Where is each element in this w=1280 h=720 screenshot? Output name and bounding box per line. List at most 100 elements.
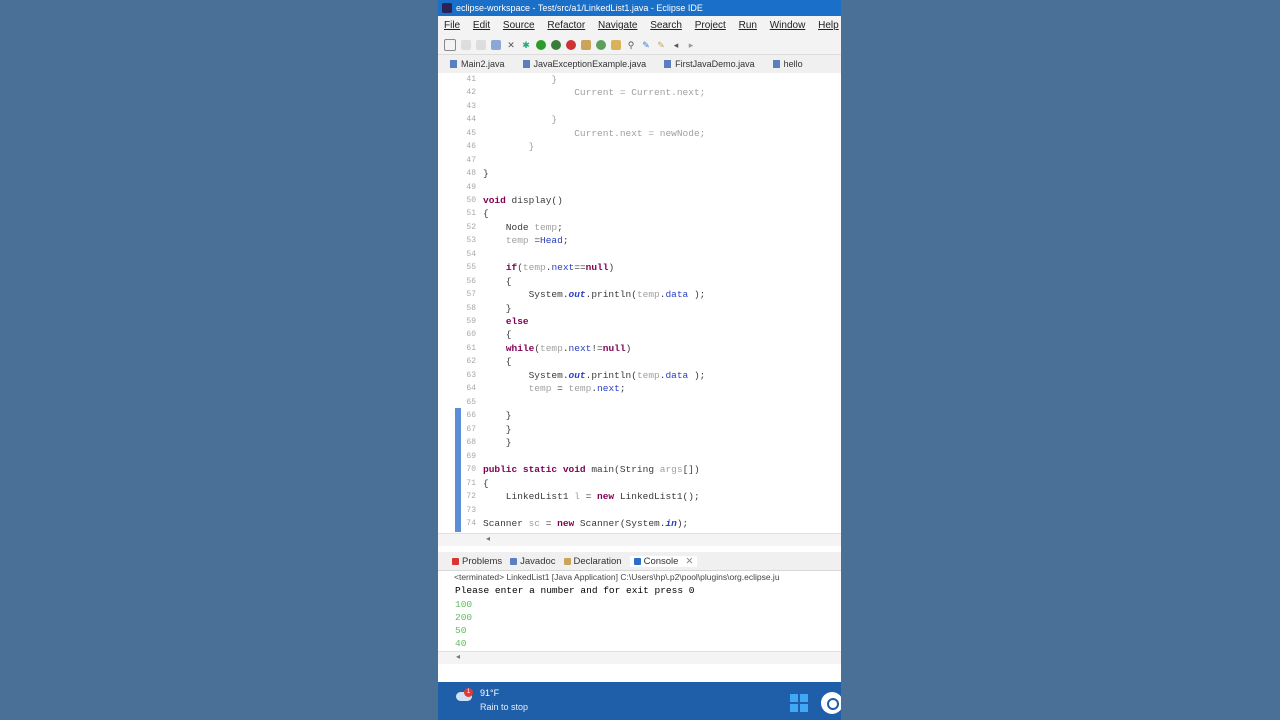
- code-text: }: [551, 74, 558, 85]
- code-text: void display(): [483, 195, 563, 206]
- line-number: 43: [466, 102, 476, 111]
- tab-problems[interactable]: Problems: [452, 556, 502, 567]
- code-text: }: [528, 141, 535, 152]
- debug-icon[interactable]: ✱: [521, 40, 531, 50]
- line-number: 57: [466, 290, 476, 299]
- line-number: 59: [466, 317, 476, 326]
- pin-icon[interactable]: ✎: [641, 40, 651, 50]
- menu-edit[interactable]: Edit: [473, 20, 490, 31]
- temperature: 91°F: [480, 688, 500, 698]
- menu-search[interactable]: Search: [650, 20, 682, 31]
- new-package-icon[interactable]: [581, 40, 591, 50]
- console-input-line: 50: [455, 625, 467, 636]
- title-bar: eclipse-workspace - Test/src/a1/LinkedLi…: [438, 0, 841, 16]
- code-text: {: [483, 478, 489, 489]
- line-number: 58: [466, 304, 476, 313]
- tab-label: JavaExceptionExample.java: [533, 59, 647, 69]
- windows-start-icon[interactable]: [790, 694, 808, 712]
- menu-project[interactable]: Project: [695, 20, 726, 31]
- new-class-icon[interactable]: [596, 40, 606, 50]
- line-number: 68: [466, 438, 476, 447]
- code-text: Node temp;: [483, 222, 563, 233]
- line-number: 48: [466, 169, 476, 178]
- code-text: public static void main(String args[]): [483, 464, 700, 475]
- line-number: 54: [466, 250, 476, 259]
- code-text: LinkedList1 l = new LinkedList1();: [483, 491, 700, 502]
- line-number: 69: [466, 452, 476, 461]
- code-text: }: [483, 303, 512, 314]
- javadoc-icon: [510, 557, 518, 565]
- line-number: 73: [466, 506, 476, 515]
- weather-text: Rain to stop: [480, 702, 529, 712]
- tab-hello[interactable]: hello: [767, 59, 815, 69]
- back-icon[interactable]: ◂: [671, 40, 681, 50]
- console-input-line: 100: [455, 599, 473, 610]
- line-number: 53: [466, 236, 476, 245]
- search-icon[interactable]: [821, 692, 841, 714]
- tab-console[interactable]: Console ✕: [629, 555, 698, 567]
- line-number: 56: [466, 277, 476, 286]
- screen-frame: eclipse-workspace - Test/src/a1/LinkedLi…: [438, 0, 841, 720]
- tab-javaexception[interactable]: JavaExceptionExample.java: [517, 59, 659, 69]
- taskbar: 1 91°F Rain to stop: [438, 682, 841, 720]
- window-title: eclipse-workspace - Test/src/a1/LinkedLi…: [456, 3, 703, 13]
- scroll-left-icon[interactable]: ◂: [456, 652, 460, 661]
- code-text: }: [483, 424, 512, 435]
- menu-navigate[interactable]: Navigate: [598, 20, 637, 31]
- menu-help[interactable]: Help: [818, 20, 839, 31]
- run-icon[interactable]: [536, 40, 546, 50]
- tab-firstjavademo[interactable]: FirstJavaDemo.java: [658, 59, 767, 69]
- line-number: 55: [466, 263, 476, 272]
- tab-label: FirstJavaDemo.java: [675, 59, 755, 69]
- console-horizontal-scrollbar[interactable]: ◂: [438, 651, 841, 664]
- code-text: Scanner sc = new Scanner(System.in);: [483, 518, 689, 529]
- menu-run[interactable]: Run: [739, 20, 757, 31]
- java-file-icon: [522, 60, 530, 68]
- console-input-line: 40: [455, 638, 467, 649]
- line-number: 71: [466, 479, 476, 488]
- tab-javadoc[interactable]: Javadoc: [510, 556, 556, 567]
- console-input-line: 200: [455, 612, 473, 623]
- code-text: Current = Current.next;: [574, 87, 706, 98]
- editor-tabs: Main2.java JavaExceptionExample.java Fir…: [438, 55, 841, 74]
- highlight-icon[interactable]: ✎: [656, 40, 666, 50]
- scroll-left-icon[interactable]: ◂: [486, 534, 490, 543]
- open-type-icon[interactable]: [611, 40, 621, 50]
- editor-horizontal-scrollbar[interactable]: ◂: [438, 533, 841, 546]
- tab-main2[interactable]: Main2.java: [444, 59, 517, 69]
- code-text: temp =Head;: [505, 235, 569, 246]
- line-number: 49: [466, 183, 476, 192]
- close-icon[interactable]: ✕: [685, 556, 693, 567]
- menu-window[interactable]: Window: [770, 20, 806, 31]
- weather-widget[interactable]: 1: [456, 688, 473, 702]
- code-editor[interactable]: 41 } 42 Current = Current.next; 43 44 } 45 C…: [438, 73, 841, 533]
- line-number: 45: [466, 129, 476, 138]
- line-number: 52: [466, 223, 476, 232]
- external-tools-icon[interactable]: [566, 40, 576, 50]
- coverage-icon[interactable]: [551, 40, 561, 50]
- menu-file[interactable]: File: [444, 20, 460, 31]
- console-prompt: Please enter a number and for exit press…: [455, 585, 695, 596]
- menu-refactor[interactable]: Refactor: [547, 20, 585, 31]
- skip-icon[interactable]: ✕: [506, 40, 516, 50]
- problems-icon: [452, 557, 459, 565]
- menu-source[interactable]: Source: [503, 20, 535, 31]
- line-number: 63: [466, 371, 476, 380]
- line-number: 51: [466, 209, 476, 218]
- line-number: 41: [466, 75, 476, 84]
- terminal-icon[interactable]: [491, 40, 501, 50]
- save-all-icon[interactable]: [476, 40, 486, 50]
- code-text: System.out.println(temp.data );: [483, 289, 706, 300]
- line-number: 65: [466, 398, 476, 407]
- new-icon[interactable]: [444, 39, 456, 51]
- save-icon[interactable]: [461, 40, 471, 50]
- code-text: Current.next = newNode;: [574, 128, 706, 139]
- tab-label: Main2.java: [461, 59, 505, 69]
- bottom-panel-tabs: Problems Javadoc Declaration Console ✕: [438, 552, 841, 571]
- forward-icon[interactable]: ▸: [686, 40, 696, 50]
- eclipse-icon: [442, 3, 452, 13]
- line-number: 42: [466, 88, 476, 97]
- tab-declaration[interactable]: Declaration: [563, 556, 622, 567]
- search-icon[interactable]: ⚲: [626, 40, 636, 50]
- line-number: 72: [466, 492, 476, 501]
